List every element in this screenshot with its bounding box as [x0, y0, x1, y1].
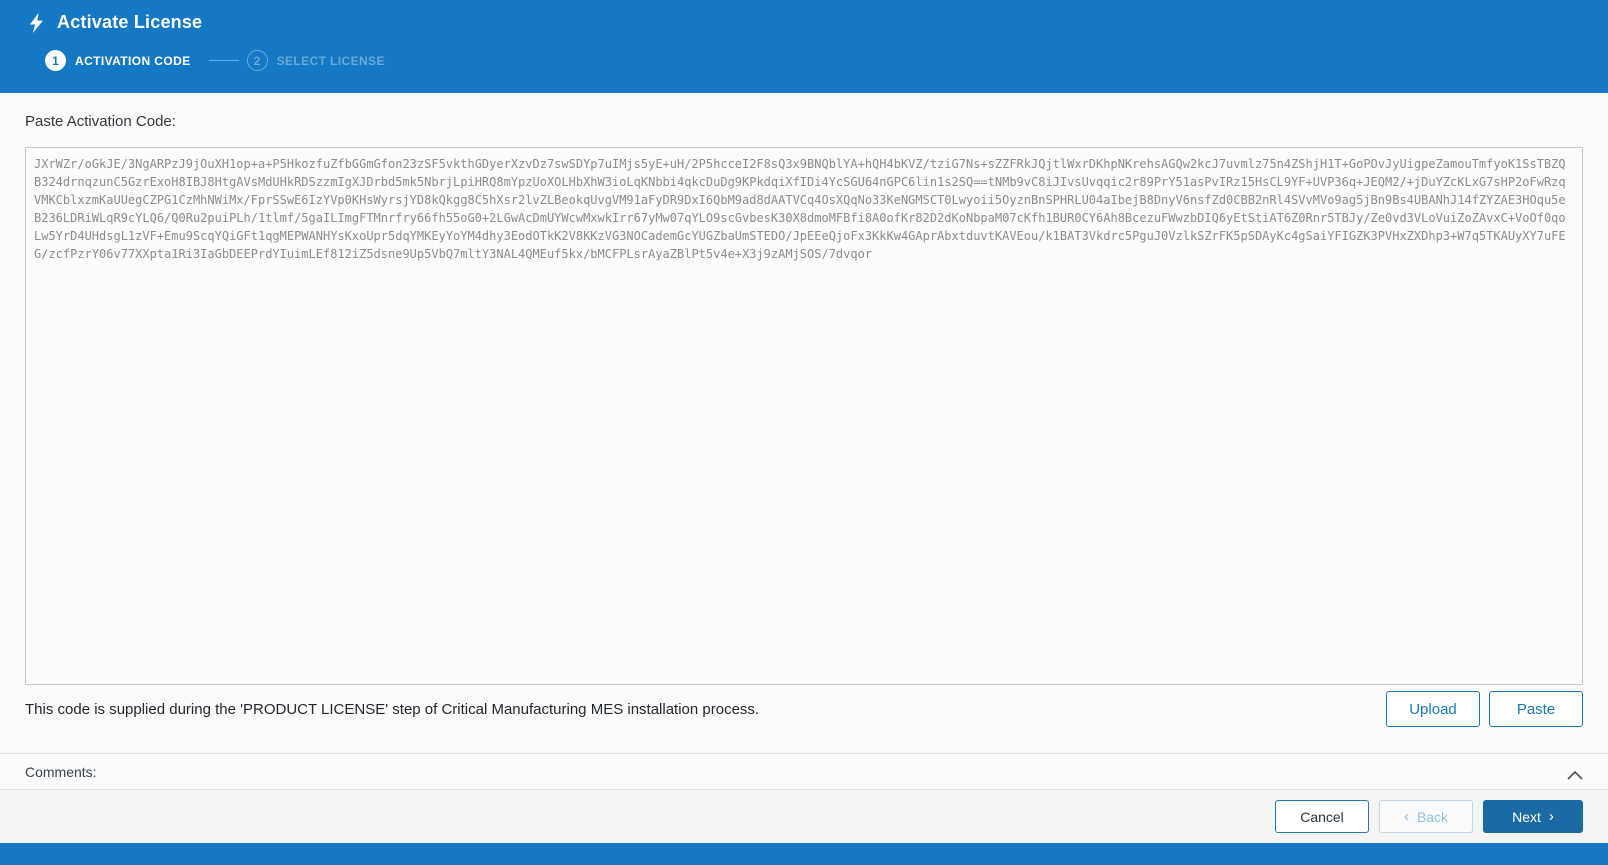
- activation-code-textarea[interactable]: JXrWZr/oGkJE/3NgARPzJ9jOuXH1op+a+P5Hkozf…: [25, 147, 1583, 685]
- chevron-up-icon[interactable]: [1567, 767, 1583, 780]
- helper-row: This code is supplied during the 'PRODUC…: [25, 691, 1583, 727]
- step-2-circle: 2: [246, 50, 268, 71]
- comments-bar[interactable]: Comments:: [0, 753, 1608, 790]
- paste-button[interactable]: Paste: [1489, 691, 1583, 727]
- page-title: Activate License: [57, 12, 203, 32]
- upload-button[interactable]: Upload: [1386, 691, 1480, 727]
- activate-license-window: Activate License 1 ACTIVATION CODE 2 SEL…: [0, 0, 1608, 865]
- wizard-header: Activate License 1 ACTIVATION CODE 2 SEL…: [0, 0, 1608, 93]
- main-content: Paste Activation Code: JXrWZr/oGkJE/3NgA…: [0, 93, 1608, 753]
- bottom-accent-bar: [0, 843, 1608, 865]
- next-button[interactable]: Next ›: [1483, 800, 1583, 833]
- cancel-button[interactable]: Cancel: [1275, 800, 1369, 833]
- step-activation-code: 1 ACTIVATION CODE: [45, 50, 191, 71]
- back-label: Back: [1416, 808, 1449, 825]
- cancel-label: Cancel: [1300, 808, 1344, 825]
- chevron-left-icon: ‹: [1403, 808, 1409, 825]
- step-connector-line: [208, 60, 239, 61]
- chevron-right-icon: ›: [1548, 808, 1554, 825]
- bolt-icon: [28, 12, 46, 33]
- step-1-circle: 1: [45, 50, 66, 71]
- wizard-footer: Cancel ‹ Back Next ›: [0, 790, 1608, 843]
- comments-label: Comments:: [25, 763, 97, 780]
- step-1-label: ACTIVATION CODE: [75, 53, 191, 68]
- helper-text: This code is supplied during the 'PRODUC…: [25, 700, 760, 718]
- step-2-label: SELECT LICENSE: [276, 53, 385, 68]
- title-row: Activate License: [28, 12, 1608, 33]
- step-indicator: 1 ACTIVATION CODE 2 SELECT LICENSE: [45, 50, 1608, 71]
- back-button[interactable]: ‹ Back: [1379, 800, 1473, 833]
- step-select-license: 2 SELECT LICENSE: [246, 50, 385, 71]
- next-label: Next: [1512, 808, 1541, 825]
- activation-code-label: Paste Activation Code:: [25, 113, 176, 130]
- code-actions: Upload Paste: [1386, 691, 1583, 727]
